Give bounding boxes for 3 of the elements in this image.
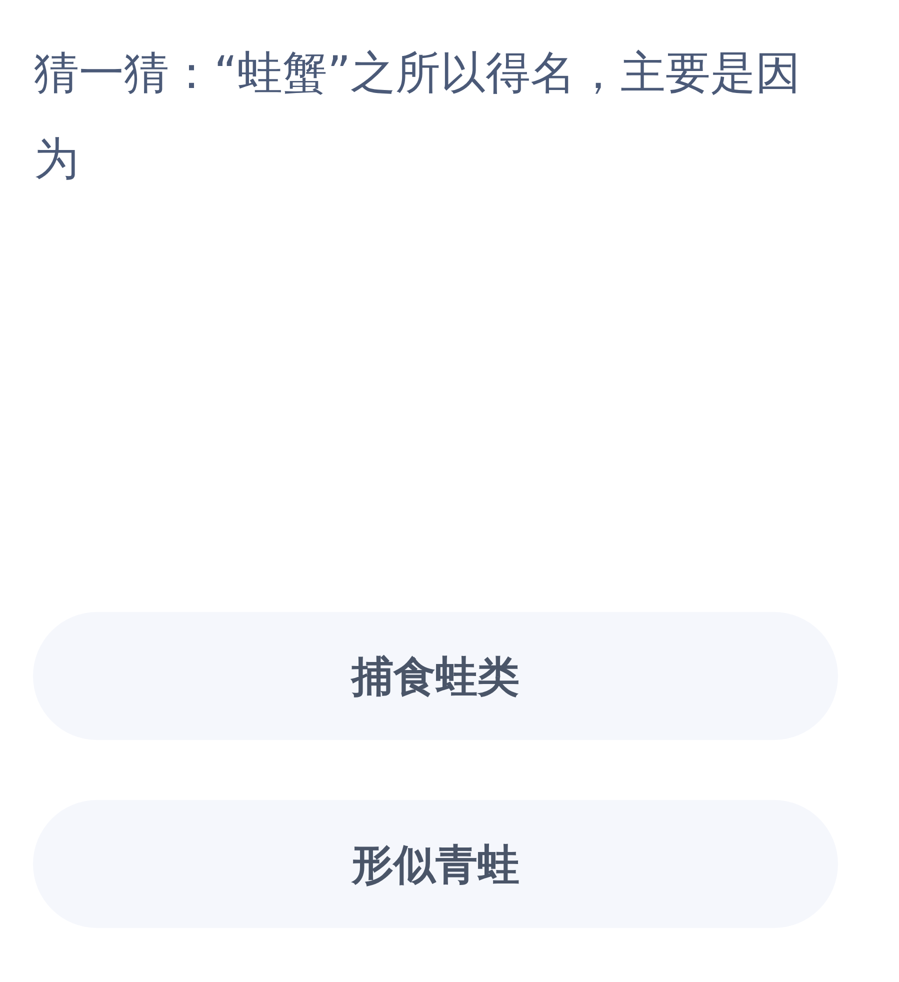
answer-option[interactable]: 捕食蛙类 <box>33 612 838 740</box>
answer-option[interactable]: 形似青蛙 <box>33 800 838 928</box>
question-text: 猜一猜：“蛙蟹”之所以得名，主要是因为 <box>34 45 802 187</box>
